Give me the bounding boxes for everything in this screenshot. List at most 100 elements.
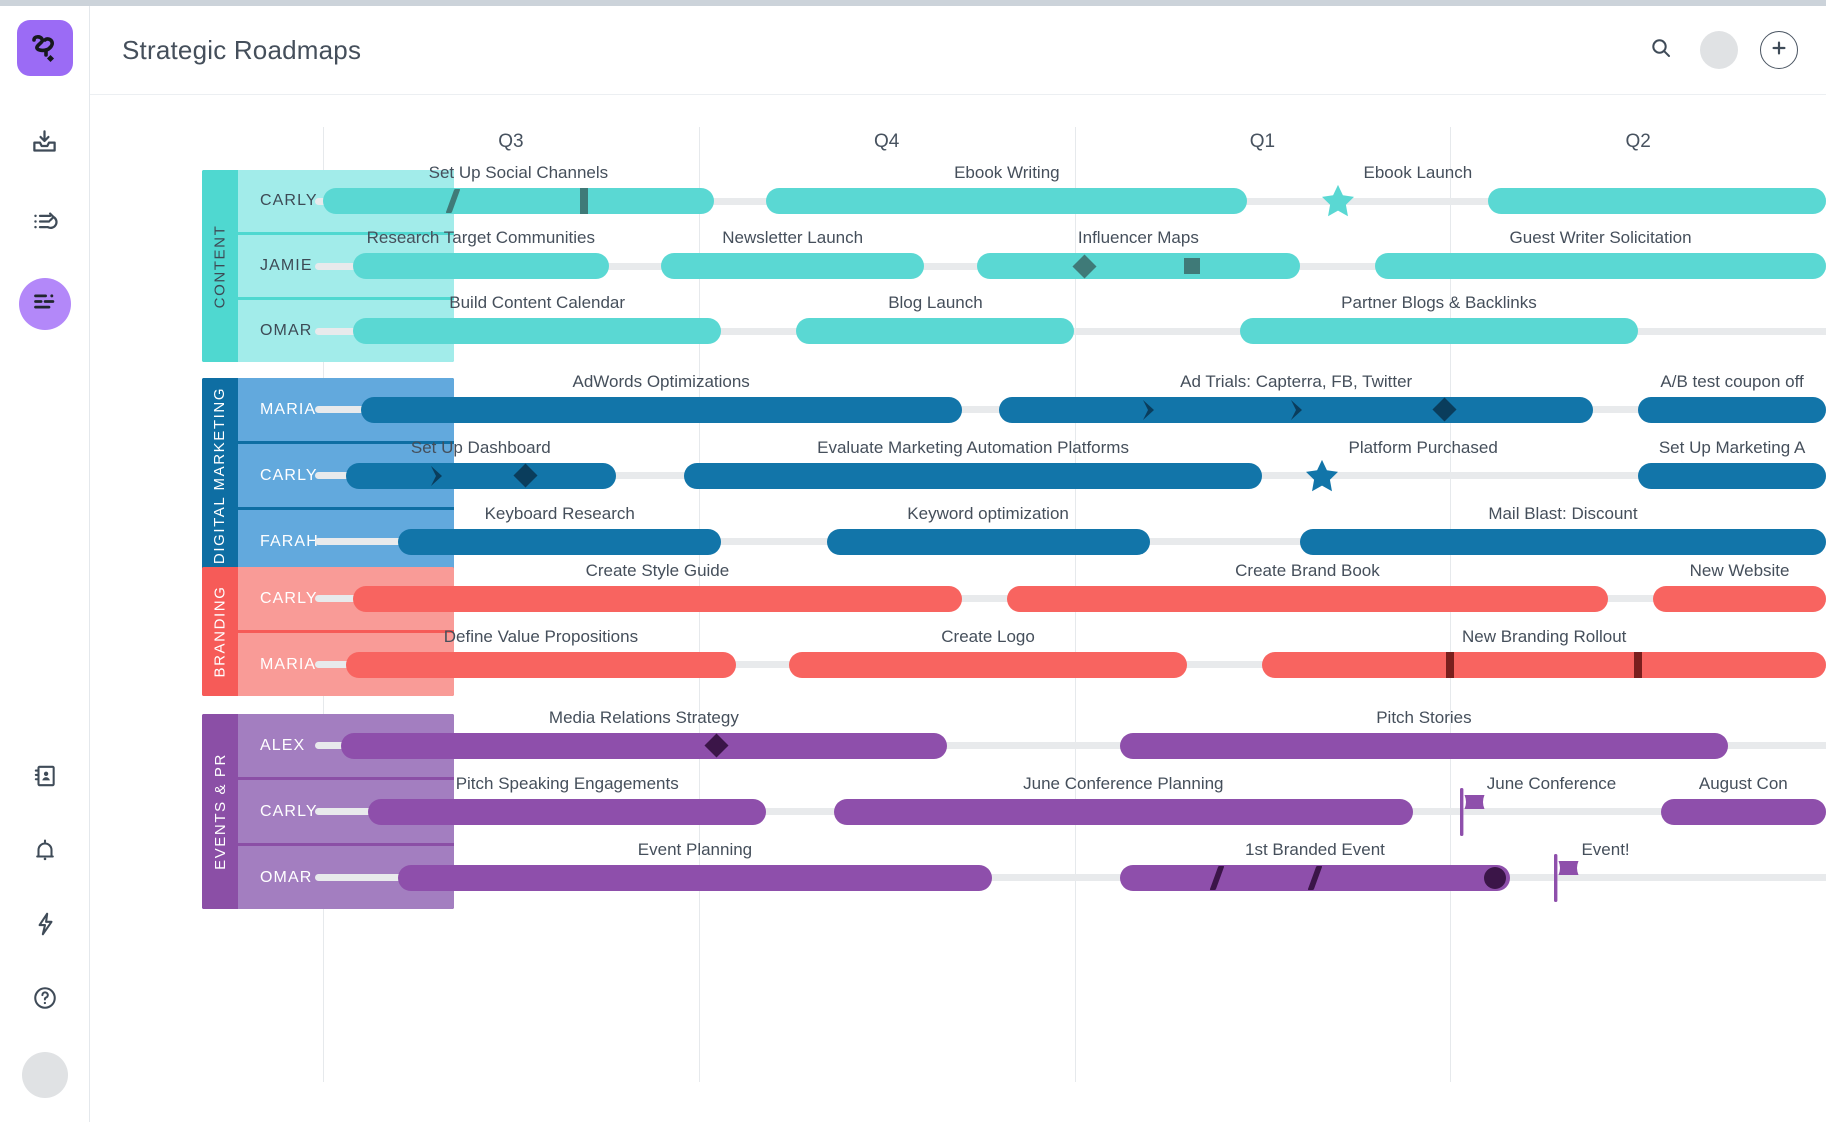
contacts-book-icon (32, 763, 58, 794)
marker-bar-icon (1634, 651, 1643, 678)
quarter-header: Q3 (498, 131, 524, 152)
gantt-bar[interactable] (683, 462, 1263, 489)
gantt-bar-label: Blog Launch (888, 293, 983, 312)
gantt-bar-label: Create Brand Book (1235, 560, 1380, 580)
gantt-bar[interactable] (661, 253, 925, 279)
milestone-label: Ebook Launch (1363, 163, 1473, 182)
gantt-bar-label: Pitch Speaking Engagements (455, 773, 679, 793)
gantt-bar-label: Pitch Stories (1376, 707, 1472, 727)
lightning-icon (32, 911, 58, 942)
gantt-bar[interactable] (360, 396, 962, 423)
roadmunk-logo-icon (31, 35, 54, 63)
milestone-label: June Conference (1486, 773, 1617, 793)
gantt-bar-label: Keyword optimization (907, 503, 1069, 523)
gantt-bar[interactable] (1119, 732, 1729, 759)
milestone-star-icon[interactable] (1319, 182, 1357, 225)
marker-chevron-icon (1289, 399, 1304, 426)
sidebar-avatar[interactable] (21, 1052, 68, 1098)
gantt-bar[interactable] (976, 253, 1300, 279)
gantt-bar[interactable] (345, 462, 617, 489)
roadmap-view-icon (31, 288, 58, 320)
gantt-bar-label: Event Planning (637, 839, 753, 859)
bell-icon (32, 837, 58, 868)
gantt-bar[interactable] (323, 188, 714, 214)
top-bar-actions (1644, 31, 1798, 69)
gantt-bar-label: August Con (1698, 773, 1788, 793)
gantt-bar-label: Media Relations Strategy (548, 707, 739, 727)
milestone-flag-icon[interactable] (1458, 786, 1492, 843)
gantt-bar[interactable] (788, 651, 1188, 678)
gantt-bar-label: June Conference Planning (1023, 773, 1224, 793)
user-avatar[interactable] (1700, 31, 1738, 69)
milestone-star-icon[interactable] (1303, 457, 1341, 500)
quarter-header: Q2 (1625, 131, 1651, 152)
sidebar-item-inbox[interactable] (19, 118, 71, 170)
marker-dot-icon (1484, 866, 1507, 889)
gantt-bar[interactable] (345, 651, 737, 678)
gantt-bar-label: Guest Writer Solicitation (1509, 228, 1692, 247)
sidebar-item-contacts[interactable] (19, 752, 71, 804)
left-nav-rail (0, 6, 90, 1122)
marker-chevron-icon (429, 465, 444, 492)
gantt-bar[interactable] (353, 253, 609, 279)
gantt-bar[interactable] (766, 188, 1248, 214)
milestone-flag-icon[interactable] (1552, 852, 1586, 909)
gantt-bar[interactable] (341, 732, 947, 759)
gantt-bar-label: Set Up Social Channels (428, 163, 609, 182)
gantt-bar-label: Research Target Communities (366, 228, 595, 247)
sidebar-item-help[interactable] (19, 974, 71, 1026)
gantt-bar[interactable] (826, 528, 1150, 555)
gantt-bar-label: Ad Trials: Capterra, FB, Twitter (1180, 371, 1413, 391)
sidebar-item-lists[interactable] (19, 198, 71, 250)
add-button[interactable] (1760, 31, 1798, 69)
gantt-bar[interactable] (1653, 585, 1826, 612)
gantt-bar[interactable] (398, 864, 992, 891)
gantt-bar-label: New Branding Rollout (1461, 626, 1627, 646)
gantt-bar[interactable] (1660, 798, 1826, 825)
gantt-bar[interactable] (1239, 318, 1639, 344)
gantt-bar-label: Evaluate Marketing Automation Platforms (817, 437, 1129, 457)
inbox-download-icon (31, 128, 58, 160)
gantt-bar[interactable] (796, 318, 1075, 344)
gantt-bar[interactable] (834, 798, 1413, 825)
list-reorder-icon (31, 208, 58, 240)
gantt-bar-label: Create Logo (941, 626, 1035, 646)
gantt-bar-label: Set Up Marketing A (1658, 437, 1806, 457)
marker-chevron-icon (1141, 399, 1156, 426)
gantt-bar[interactable] (1375, 253, 1826, 279)
gantt-bar[interactable] (353, 318, 722, 344)
app-logo[interactable] (16, 20, 73, 76)
gantt-bar-label: New Website (1689, 560, 1790, 580)
sidebar-item-integrations[interactable] (19, 900, 71, 952)
marker-bar-icon (1446, 651, 1455, 678)
gantt-bar[interactable] (1299, 528, 1826, 555)
gantt-bar[interactable] (1638, 462, 1826, 489)
gantt-bar-label: A/B test coupon off (1660, 371, 1804, 391)
milestone-label: Platform Purchased (1348, 437, 1498, 457)
milestone-label: Event! (1581, 839, 1630, 859)
gantt-bar[interactable] (1262, 651, 1826, 678)
gantt-bar-label: Newsletter Launch (722, 228, 864, 247)
swimlane-group-label: DIGITAL MARKETING (202, 378, 238, 573)
gantt-bar-label: Build Content Calendar (449, 293, 626, 312)
gantt-bar[interactable] (353, 585, 962, 612)
gantt-bar-label: AdWords Optimizations (572, 371, 750, 391)
gantt-bar-label: Create Style Guide (585, 560, 730, 580)
roadmap-canvas[interactable]: Q3 Q4 Q1 Q2 CONTENT CARLY JAMIE OMAR DIGITAL MA… (90, 95, 1826, 1122)
plus-icon (1770, 39, 1788, 61)
gantt-bar[interactable] (398, 528, 722, 555)
sidebar-item-notifications[interactable] (19, 826, 71, 878)
gantt-bar-label: Keyboard Research (484, 503, 635, 523)
marker-square-icon (1184, 258, 1201, 274)
sidebar-item-roadmaps[interactable] (18, 278, 71, 330)
gantt-bar[interactable] (1638, 396, 1826, 423)
gantt-bar[interactable] (368, 798, 767, 825)
help-circle-icon (32, 985, 58, 1016)
marker-bar-icon (579, 188, 588, 214)
gantt-bar[interactable] (1487, 188, 1826, 214)
search-button[interactable] (1644, 33, 1678, 67)
gantt-bar-label: Ebook Writing (954, 163, 1060, 182)
top-bar: Strategic Roadmaps (90, 6, 1826, 95)
main-area: Strategic Roadmaps Q3 Q4 Q1 Q2 CONTENT C… (90, 6, 1826, 1122)
gantt-bar[interactable] (1006, 585, 1609, 612)
